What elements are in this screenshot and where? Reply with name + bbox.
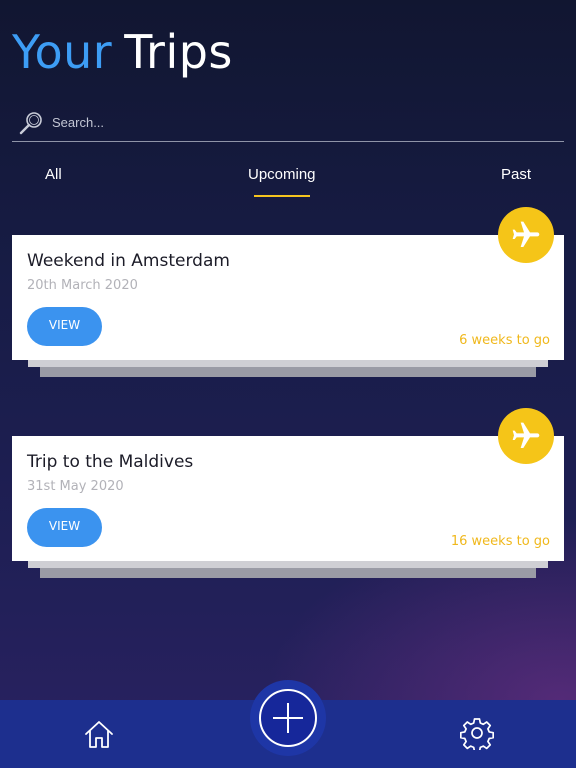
airplane-badge bbox=[498, 207, 554, 263]
airplane-icon bbox=[512, 422, 540, 448]
active-tab-indicator bbox=[254, 195, 310, 197]
page-title: Your Trips bbox=[12, 24, 233, 80]
plus-icon bbox=[273, 703, 303, 733]
trip-countdown: 16 weeks to go bbox=[450, 534, 550, 549]
tab-all[interactable]: All bbox=[45, 166, 62, 183]
trip-card: Weekend in Amsterdam 20th March 2020 VIE… bbox=[12, 207, 564, 377]
search-icon[interactable] bbox=[18, 110, 44, 136]
view-trip-button[interactable]: VIEW bbox=[27, 508, 102, 547]
search-input[interactable] bbox=[50, 110, 534, 134]
trip-date: 20th March 2020 bbox=[27, 278, 138, 293]
tab-past[interactable]: Past bbox=[501, 166, 531, 183]
page-title-accent: Your bbox=[12, 25, 113, 79]
add-trip-button[interactable] bbox=[259, 689, 317, 747]
trip-title: Weekend in Amsterdam bbox=[27, 251, 230, 271]
trip-countdown: 6 weeks to go bbox=[459, 333, 550, 348]
trip-title: Trip to the Maldives bbox=[27, 452, 194, 472]
view-trip-button[interactable]: VIEW bbox=[27, 307, 102, 346]
search-bar bbox=[12, 104, 564, 142]
trip-card-body: Weekend in Amsterdam 20th March 2020 VIE… bbox=[12, 235, 564, 360]
page-title-main: Trips bbox=[124, 25, 233, 79]
tab-upcoming[interactable]: Upcoming bbox=[248, 166, 316, 183]
airplane-icon bbox=[512, 221, 540, 247]
airplane-badge bbox=[498, 408, 554, 464]
trip-card-body: Trip to the Maldives 31st May 2020 VIEW … bbox=[12, 436, 564, 561]
home-icon[interactable] bbox=[83, 718, 115, 750]
trip-date: 31st May 2020 bbox=[27, 479, 124, 494]
gear-icon[interactable] bbox=[460, 716, 494, 750]
trip-card: Trip to the Maldives 31st May 2020 VIEW … bbox=[12, 408, 564, 578]
